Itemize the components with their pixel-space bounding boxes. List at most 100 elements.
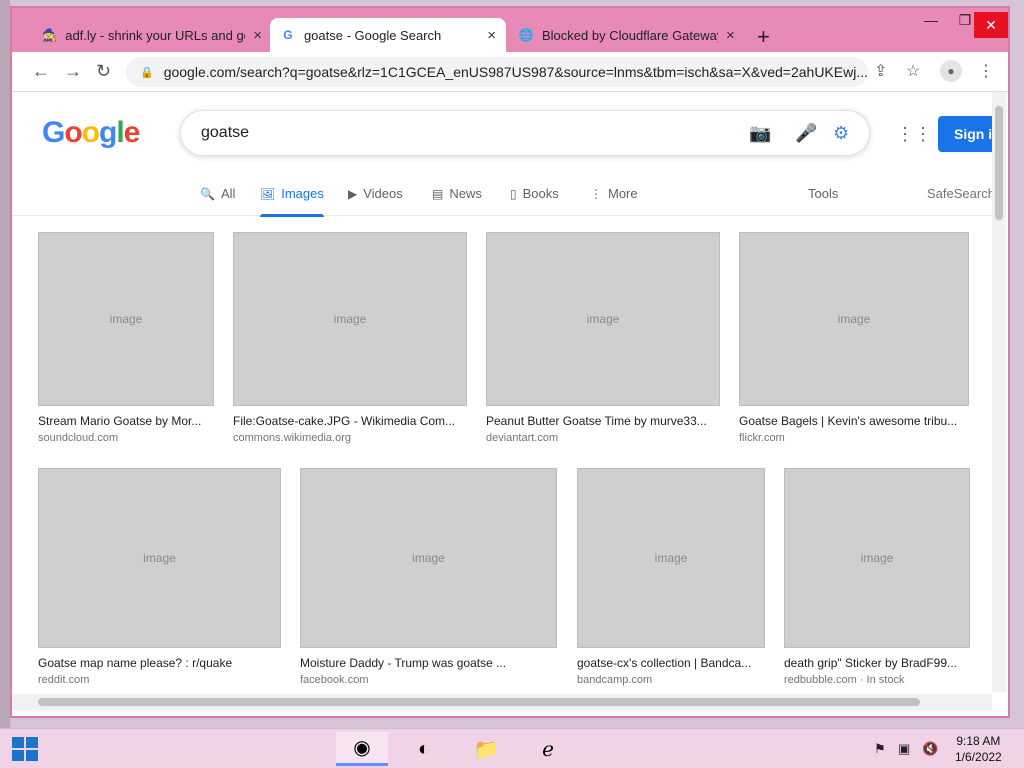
title-bar: 🧙 adf.ly - shrink your URLs and get × G … bbox=[12, 8, 1008, 52]
wizard-icon: 🧙 bbox=[42, 28, 58, 42]
result-caption[interactable]: goatse-cx's collection | Bandca... bbox=[577, 656, 765, 670]
tab-adfly[interactable]: 🧙 adf.ly - shrink your URLs and get × bbox=[32, 18, 272, 52]
close-window-button[interactable]: ✕ bbox=[974, 12, 1008, 38]
image-thumbnail-placeholder[interactable]: image bbox=[38, 468, 281, 648]
share-icon[interactable]: ⇪ bbox=[874, 61, 887, 81]
url-text: google.com/search?q=goatse&rlz=1C1GCEA_e… bbox=[163, 64, 868, 80]
result-source: bandcamp.com bbox=[577, 674, 653, 686]
clock-date: 1/6/2022 bbox=[955, 750, 1002, 764]
chrome-taskbar-icon[interactable]: ◉ bbox=[336, 732, 388, 766]
image-result[interactable]: image Stream Mario Goatse by Mor... soun… bbox=[38, 232, 214, 444]
tab-google-search[interactable]: G goatse - Google Search × bbox=[270, 18, 506, 52]
filter-books[interactable]: ▯ Books bbox=[510, 186, 559, 201]
result-caption[interactable]: Stream Mario Goatse by Mor... bbox=[38, 414, 214, 428]
image-icon: 🖼 bbox=[260, 186, 276, 201]
windows-start-button[interactable] bbox=[12, 737, 38, 761]
search-input[interactable]: goatse bbox=[201, 124, 249, 142]
browser-window: 🧙 adf.ly - shrink your URLs and get × G … bbox=[10, 6, 1010, 718]
browser-toolbar: ← → ↻ 🔒 google.com/search?q=goatse&rlz=1… bbox=[12, 52, 1008, 92]
close-icon[interactable]: × bbox=[726, 27, 735, 44]
filter-images[interactable]: 🖼 Images bbox=[260, 186, 324, 217]
lock-icon: 🔒 bbox=[140, 66, 154, 79]
profile-avatar[interactable]: ● bbox=[940, 60, 962, 82]
tab-title: adf.ly - shrink your URLs and get bbox=[65, 27, 246, 43]
file-explorer-taskbar-icon[interactable]: 📁 bbox=[460, 732, 512, 766]
system-clock[interactable]: 9:18 AM 1/6/2022 bbox=[955, 733, 1002, 765]
filter-more[interactable]: ⋮ More bbox=[590, 186, 638, 201]
image-result[interactable]: image Goatse Bagels | Kevin's awesome tr… bbox=[739, 232, 969, 444]
new-tab-button[interactable]: + bbox=[757, 24, 770, 50]
back-button[interactable]: ← bbox=[32, 61, 50, 82]
edge-taskbar-icon[interactable]: ◐ bbox=[398, 732, 450, 766]
result-caption[interactable]: Goatse map name please? : r/quake bbox=[38, 656, 281, 670]
reload-button[interactable]: ↻ bbox=[96, 61, 111, 82]
image-thumbnail-placeholder[interactable]: image bbox=[38, 232, 214, 406]
image-thumbnail-placeholder[interactable]: image bbox=[784, 468, 970, 648]
result-source: commons.wikimedia.org bbox=[233, 432, 351, 444]
volume-muted-icon[interactable]: 🔇 bbox=[922, 741, 938, 757]
image-thumbnail-placeholder[interactable]: image bbox=[739, 232, 969, 406]
bookmark-star-icon[interactable]: ☆ bbox=[906, 61, 920, 81]
scrollbar-thumb[interactable] bbox=[38, 698, 920, 706]
globe-icon: 🌐 bbox=[518, 28, 534, 42]
image-result[interactable]: image death grip" Sticker by BradF99... … bbox=[784, 468, 970, 686]
scrollbar-thumb[interactable] bbox=[995, 106, 1003, 220]
tools-button[interactable]: Tools bbox=[808, 186, 838, 201]
image-thumbnail-placeholder[interactable]: image bbox=[300, 468, 557, 648]
close-icon[interactable]: × bbox=[487, 27, 496, 44]
horizontal-scrollbar[interactable] bbox=[12, 694, 992, 710]
result-caption[interactable]: death grip" Sticker by BradF99... bbox=[784, 656, 970, 670]
result-caption[interactable]: Peanut Butter Goatse Time by murve33... bbox=[486, 414, 720, 428]
result-source: reddit.com bbox=[38, 674, 90, 686]
result-caption[interactable]: File:Goatse-cake.JPG - Wikimedia Com... bbox=[233, 414, 467, 428]
result-caption[interactable]: Goatse Bagels | Kevin's awesome tribu... bbox=[739, 414, 969, 428]
taskbar: ◉ ◐ 📁 ℯ ⚑ ▣ 🔇 9:18 AM 1/6/2022 bbox=[0, 728, 1024, 768]
result-source: redbubble.com · In stock bbox=[784, 674, 905, 686]
news-icon: ▤ bbox=[432, 186, 444, 201]
desktop-background bbox=[0, 0, 10, 728]
menu-kebab-icon[interactable]: ⋮ bbox=[978, 61, 994, 81]
filter-videos[interactable]: ▶ Videos bbox=[348, 186, 403, 201]
image-thumbnail-placeholder[interactable]: image bbox=[486, 232, 720, 406]
tab-cloudflare[interactable]: 🌐 Blocked by Cloudflare Gateway × bbox=[508, 18, 746, 52]
tab-title: goatse - Google Search bbox=[303, 27, 442, 43]
search-icon: 🔍 bbox=[200, 186, 215, 201]
tab-title: Blocked by Cloudflare Gateway bbox=[542, 27, 718, 43]
microphone-icon[interactable]: 🎤 bbox=[795, 123, 817, 144]
search-box[interactable]: goatse 📷 🎤 ⚙ bbox=[180, 110, 870, 156]
result-source: deviantart.com bbox=[486, 432, 559, 444]
image-result[interactable]: image File:Goatse-cake.JPG - Wikimedia C… bbox=[233, 232, 467, 444]
camera-icon[interactable]: 📷 bbox=[749, 123, 771, 144]
play-icon: ▶ bbox=[348, 186, 358, 201]
address-bar[interactable]: 🔒 google.com/search?q=goatse&rlz=1C1GCEA… bbox=[126, 57, 868, 87]
google-g-icon: G bbox=[283, 28, 293, 42]
google-logo[interactable]: Google bbox=[42, 116, 140, 150]
page-content: Google goatse 📷 🎤 ⚙ ⋮⋮⋮ Sign in 🔍 All 🖼 … bbox=[12, 92, 992, 692]
result-source: facebook.com bbox=[300, 674, 369, 686]
image-thumbnail-placeholder[interactable]: image bbox=[233, 232, 467, 406]
clock-time: 9:18 AM bbox=[956, 734, 1001, 748]
forward-button[interactable]: → bbox=[64, 61, 82, 82]
result-caption[interactable]: Moisture Daddy - Trump was goatse ... bbox=[300, 656, 557, 670]
sign-in-button[interactable]: Sign in bbox=[938, 116, 992, 152]
image-result[interactable]: image goatse-cx's collection | Bandca...… bbox=[577, 468, 765, 686]
image-result[interactable]: image Peanut Butter Goatse Time by murve… bbox=[486, 232, 720, 444]
book-icon: ▯ bbox=[510, 186, 517, 201]
filter-all[interactable]: 🔍 All bbox=[200, 186, 235, 201]
internet-explorer-taskbar-icon[interactable]: ℯ bbox=[522, 732, 574, 766]
search-settings-icon[interactable]: ⚙ bbox=[833, 123, 849, 144]
image-thumbnail-placeholder[interactable]: image bbox=[577, 468, 765, 648]
vertical-scrollbar[interactable] bbox=[992, 92, 1006, 692]
image-result[interactable]: image Moisture Daddy - Trump was goatse … bbox=[300, 468, 557, 686]
filter-news[interactable]: ▤ News bbox=[432, 186, 482, 201]
image-result[interactable]: image Goatse map name please? : r/quake … bbox=[38, 468, 281, 686]
network-icon[interactable]: ▣ bbox=[898, 741, 910, 757]
kebab-icon: ⋮ bbox=[590, 186, 602, 201]
flag-alert-icon[interactable]: ⚑ bbox=[874, 741, 886, 757]
close-icon[interactable]: × bbox=[253, 27, 262, 44]
safesearch-toggle[interactable]: SafeSearch bbox=[927, 186, 992, 201]
search-filters: 🔍 All 🖼 Images ▶ Videos ▤ News ▯ Books ⋮ bbox=[12, 176, 992, 217]
minimize-button[interactable]: — bbox=[914, 12, 948, 28]
result-source: flickr.com bbox=[739, 432, 785, 444]
result-source: soundcloud.com bbox=[38, 432, 119, 444]
